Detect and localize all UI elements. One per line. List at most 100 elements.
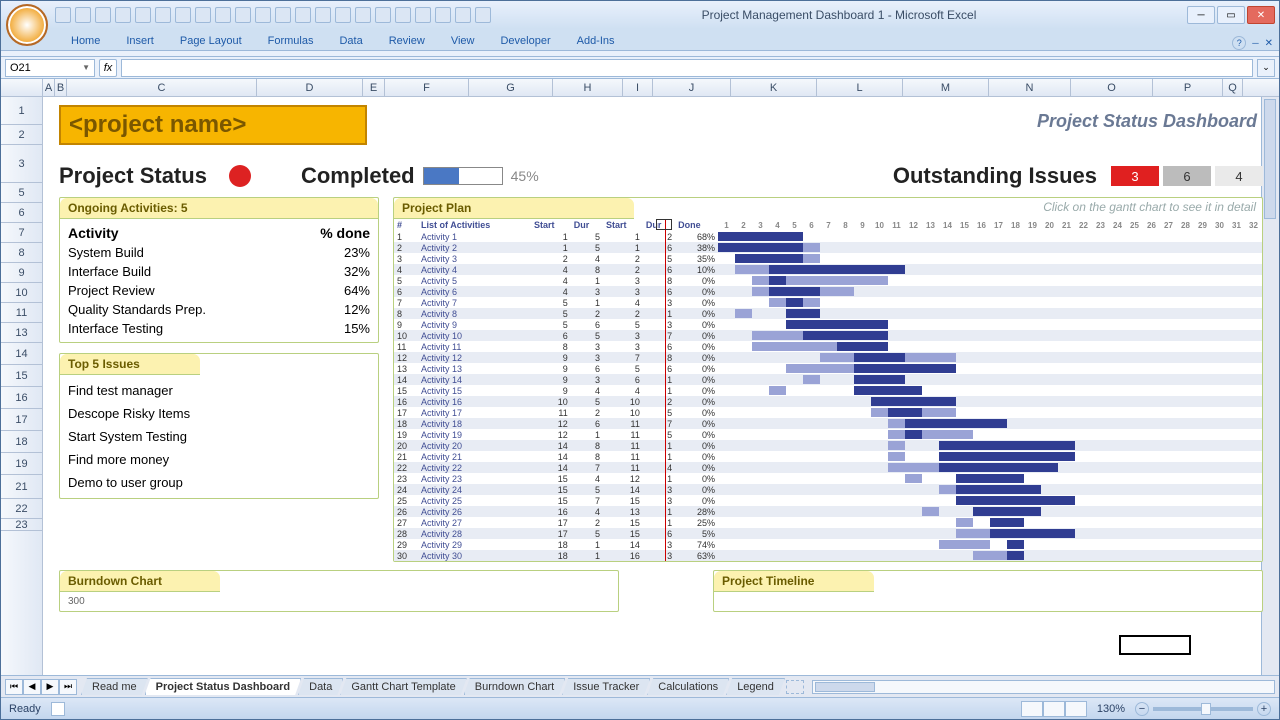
sheet-tab[interactable]: Burndown Chart [464,678,566,695]
qat-btn[interactable] [155,7,171,23]
qat-btn[interactable] [175,7,191,23]
column-headers[interactable]: ABCDEFGHIJKLMNOPQ [1,79,1279,97]
worksheet-content[interactable]: <project name> Project Status Dashboard … [43,97,1279,675]
qat-btn[interactable] [135,7,151,23]
qat-btn[interactable] [335,7,351,23]
view-layout-icon[interactable] [1043,701,1065,717]
col-header[interactable]: L [817,79,903,96]
formula-expand-icon[interactable]: ⌄ [1257,59,1275,77]
qat-redo-icon[interactable] [95,7,111,23]
zoom-out-icon[interactable]: − [1135,702,1149,716]
col-header[interactable]: Q [1223,79,1243,96]
qat-btn[interactable] [215,7,231,23]
help-icon[interactable]: ? [1232,36,1246,50]
project-name-cell[interactable]: <project name> [59,105,367,145]
view-normal-icon[interactable] [1021,701,1043,717]
insert-sheet-icon[interactable] [786,680,804,694]
row-header[interactable]: 11 [1,303,42,323]
tab-nav-last[interactable]: ⏭ [59,679,77,695]
qat-btn[interactable] [435,7,451,23]
row-header[interactable]: 13 [1,323,42,343]
row-header[interactable]: 10 [1,283,42,303]
macro-record-icon[interactable] [51,702,65,716]
sheet-tab[interactable]: Calculations [647,678,729,695]
row-header[interactable]: 16 [1,387,42,409]
qat-btn[interactable] [195,7,211,23]
row-header[interactable]: 21 [1,475,42,499]
sheet-tab[interactable]: Issue Tracker [562,678,650,695]
tab-nav-prev[interactable]: ◀ [23,679,41,695]
col-header[interactable]: M [903,79,989,96]
minimize-button[interactable]: ─ [1187,6,1215,24]
col-header[interactable]: A [43,79,55,96]
ribbon-close-icon[interactable]: ✕ [1265,38,1273,49]
row-header[interactable]: 7 [1,223,42,243]
qat-btn[interactable] [415,7,431,23]
close-button[interactable]: ✕ [1247,6,1275,24]
row-header[interactable]: 3 [1,145,42,183]
qat-btn[interactable] [475,7,491,23]
name-box[interactable]: O21▼ [5,59,95,77]
horizontal-scrollbar[interactable] [812,680,1275,694]
qat-print-icon[interactable] [115,7,131,23]
zoom-in-icon[interactable]: + [1257,702,1271,716]
row-header[interactable]: 8 [1,243,42,263]
row-header[interactable]: 2 [1,125,42,145]
ribbon-tab-view[interactable]: View [439,32,487,50]
qat-btn[interactable] [235,7,251,23]
col-header[interactable]: H [553,79,623,96]
col-header[interactable]: O [1071,79,1153,96]
col-header[interactable]: C [67,79,257,96]
qat-btn[interactable] [375,7,391,23]
ribbon-tab-data[interactable]: Data [327,32,374,50]
row-header[interactable]: 22 [1,499,42,519]
fx-icon[interactable]: fx [99,59,117,77]
ribbon-tab-developer[interactable]: Developer [488,32,562,50]
qat-btn[interactable] [295,7,311,23]
row-headers[interactable]: 12356789101113141516171819212223 [1,97,43,675]
ribbon-tab-home[interactable]: Home [59,32,112,50]
qat-btn[interactable] [255,7,271,23]
ribbon-tab-review[interactable]: Review [377,32,437,50]
col-header[interactable]: P [1153,79,1223,96]
zoom-slider[interactable] [1153,707,1253,711]
row-header[interactable]: 5 [1,183,42,203]
qat-btn[interactable] [395,7,411,23]
project-plan-card[interactable]: Project Plan Click on the gantt chart to… [393,197,1263,562]
row-header[interactable]: 19 [1,453,42,475]
col-header[interactable]: K [731,79,817,96]
ribbon-tab-page-layout[interactable]: Page Layout [168,32,254,50]
ribbon-tab-insert[interactable]: Insert [114,32,166,50]
qat-btn[interactable] [275,7,291,23]
row-header[interactable]: 14 [1,343,42,365]
qat-btn[interactable] [315,7,331,23]
sheet-tab[interactable]: Project Status Dashboard [145,678,301,695]
row-header[interactable]: 15 [1,365,42,387]
formula-bar[interactable] [121,59,1253,77]
select-all-corner[interactable] [1,79,43,96]
sheet-tab[interactable]: Gantt Chart Template [340,678,466,695]
col-header[interactable]: N [989,79,1071,96]
gantt-chart[interactable]: #List of ActivitiesStartDurStartDurDone1… [394,219,1262,561]
zoom-level[interactable]: 130% [1097,703,1125,715]
maximize-button[interactable]: ▭ [1217,6,1245,24]
row-header[interactable]: 6 [1,203,42,223]
row-header[interactable]: 23 [1,519,42,531]
qat-save-icon[interactable] [55,7,71,23]
col-header[interactable]: J [653,79,731,96]
row-header[interactable]: 18 [1,431,42,453]
col-header[interactable]: I [623,79,653,96]
row-header[interactable]: 1 [1,97,42,125]
ribbon-min-icon[interactable]: ─ [1252,38,1258,48]
sheet-tab[interactable]: Read me [81,678,148,695]
qat-undo-icon[interactable] [75,7,91,23]
view-pagebreak-icon[interactable] [1065,701,1087,717]
col-header[interactable]: F [385,79,469,96]
qat-btn[interactable] [455,7,471,23]
row-header[interactable]: 17 [1,409,42,431]
sheet-tab[interactable]: Data [298,678,343,695]
sheet-tab[interactable]: Legend [726,678,785,695]
tab-nav-first[interactable]: ⏮ [5,679,23,695]
row-header[interactable]: 9 [1,263,42,283]
ribbon-tab-formulas[interactable]: Formulas [256,32,326,50]
